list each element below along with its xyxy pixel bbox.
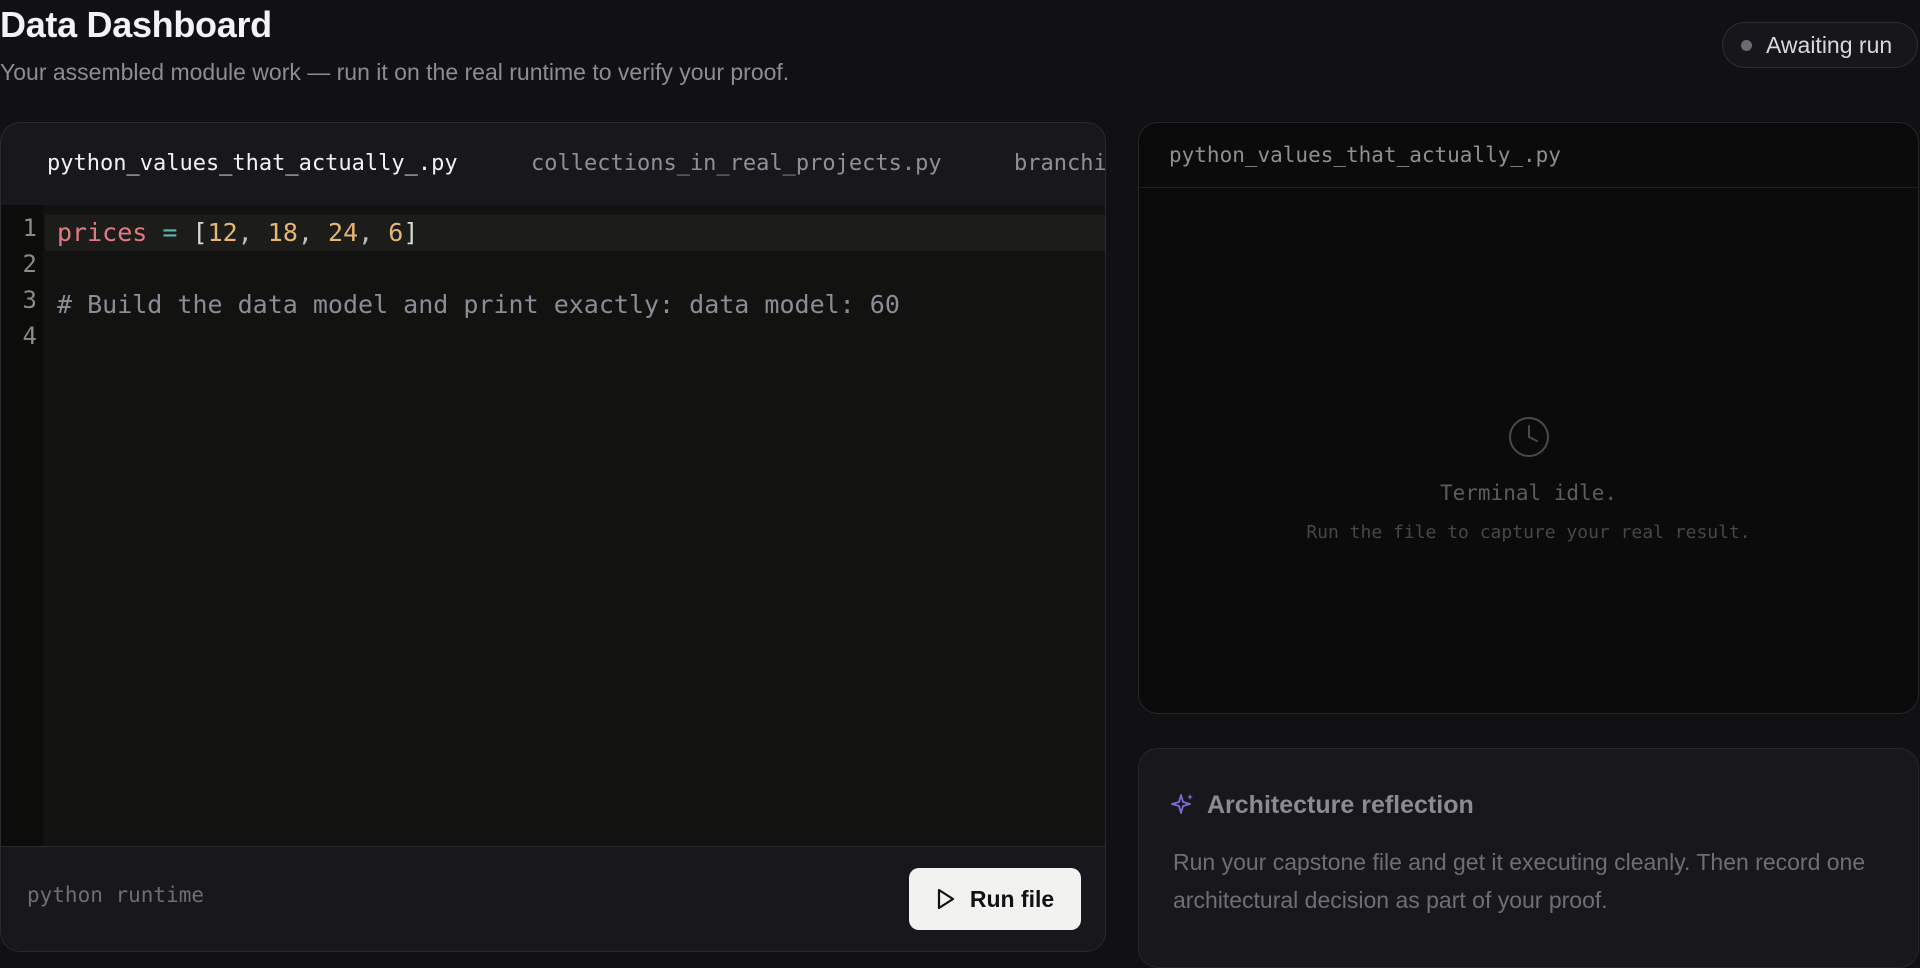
code-token-bracket: ] xyxy=(403,218,419,247)
terminal-idle-text: Terminal idle. xyxy=(1439,481,1617,505)
line-number: 1 xyxy=(22,214,37,242)
code-line-3: # Build the data model and print exactly… xyxy=(57,290,900,319)
file-tabs: python_values_that_actually_.py collecti… xyxy=(1,123,1105,206)
terminal-header: python_values_that_actually_.py xyxy=(1139,123,1918,188)
code-token-number: 18 xyxy=(267,218,298,247)
code-token-number: 12 xyxy=(207,218,238,247)
reflection-panel: Architecture reflection Run your capston… xyxy=(1138,748,1919,968)
code-token-number: 24 xyxy=(328,218,359,247)
line-gutter: 1 2 3 4 xyxy=(1,205,43,951)
line-number: 3 xyxy=(22,286,37,314)
code-token-op: = xyxy=(162,218,178,247)
run-file-button[interactable]: Run file xyxy=(909,868,1081,930)
code-editor-panel: python_values_that_actually_.py collecti… xyxy=(0,122,1106,952)
line-number: 2 xyxy=(22,250,37,278)
clock-icon xyxy=(1509,417,1549,457)
terminal-panel: python_values_that_actually_.py Terminal… xyxy=(1138,122,1919,714)
reflection-body: Run your capstone file and get it execut… xyxy=(1173,849,1866,913)
sparkle-icon xyxy=(1171,794,1193,814)
run-file-label: Run file xyxy=(969,885,1055,912)
code-token-var: prices xyxy=(57,218,148,247)
runtime-label: python runtime xyxy=(27,883,205,907)
reflection-title: Architecture reflection xyxy=(1207,791,1474,819)
terminal-hint-text: Run the file to capture your real result… xyxy=(1306,522,1751,543)
code-token-comma: , xyxy=(358,218,374,247)
tab-branching[interactable]: branchi xyxy=(1014,151,1105,176)
page-subtitle: Your assembled module work — run it on t… xyxy=(0,59,790,85)
line-number: 4 xyxy=(22,322,37,350)
code-token-comma: , xyxy=(297,218,313,247)
tab-python-values[interactable]: python_values_that_actually_.py xyxy=(47,151,458,176)
code-area[interactable]: 1 2 3 4 prices = [12, 18, 24, 6] # Build… xyxy=(1,205,1105,951)
status-dot-icon xyxy=(1741,39,1752,51)
code-token-bracket: [ xyxy=(192,218,208,247)
terminal-file-name: python_values_that_actually_.py xyxy=(1169,143,1561,167)
code-line-1: prices = [12, 18, 24, 6] xyxy=(57,218,418,247)
tab-collections[interactable]: collections_in_real_projects.py xyxy=(531,151,942,176)
status-badge: Awaiting run xyxy=(1722,22,1918,68)
play-icon xyxy=(937,888,954,910)
status-text: Awaiting run xyxy=(1766,31,1893,58)
editor-footer: python runtime Run file xyxy=(1,846,1105,951)
page-title: Data Dashboard xyxy=(0,4,272,45)
code-token-comma: , xyxy=(237,218,253,247)
code-token-number: 6 xyxy=(388,218,404,247)
